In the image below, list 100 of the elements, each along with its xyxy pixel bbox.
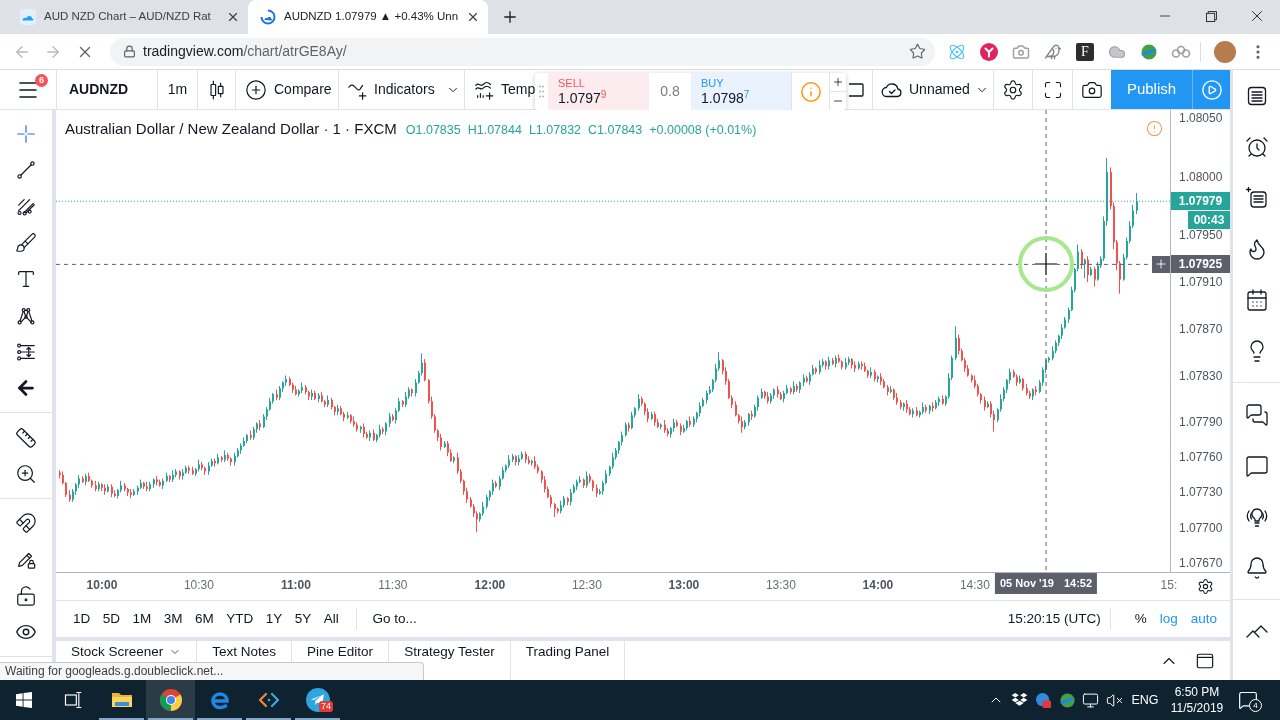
clock-date[interactable]: 11/5/2019 — [1170, 700, 1224, 716]
zoom-in-icon[interactable] — [15, 462, 37, 485]
clock-time[interactable]: 6:50 PM — [1174, 684, 1220, 700]
price-axis-label: 1.07790 — [1179, 415, 1223, 430]
ohlc-value: +0.00008 (+0.01%) — [649, 122, 757, 139]
time-axis-label: 10:00 — [86, 578, 118, 592]
price-axis-label: 1.08000 — [1179, 169, 1223, 184]
price-axis-label: 1.07950 — [1179, 228, 1223, 243]
taskbar-app-button[interactable]: 74 — [293, 680, 342, 720]
ohlc-value: L1.07832 — [528, 122, 582, 139]
loading-status-toast: Waiting for googleads.g.doubleclick.net... — [0, 662, 424, 680]
interval-button[interactable]: 1m — [158, 70, 197, 109]
time-axis-label: 12:00 — [474, 578, 506, 592]
crosshair-time: 14:52 — [1063, 576, 1093, 592]
range-button[interactable]: 3M — [163, 608, 183, 630]
list-sparkle-icon[interactable] — [1244, 185, 1269, 210]
play-icon — [1200, 78, 1223, 101]
browser-tab[interactable]: AUDNZD 1.07979 ▲ +0.43% Unn — [248, 0, 488, 34]
time-axis-label: 13:30 — [765, 578, 796, 592]
restore-icon[interactable] — [1205, 10, 1217, 22]
price-axis-label: 1.07760 — [1179, 450, 1223, 465]
crosshair-price-label: 1.07925 — [1171, 255, 1230, 274]
settings-icon[interactable] — [1002, 78, 1024, 101]
ruler-icon[interactable] — [15, 426, 37, 449]
range-button[interactable]: 5Y — [294, 608, 312, 630]
plus-icon[interactable] — [832, 76, 844, 88]
time-axis-label: 12:30 — [571, 578, 602, 592]
rings-icon[interactable] — [1171, 44, 1191, 59]
panel-tab[interactable]: Strategy Tester — [389, 641, 510, 661]
fullscreen-icon[interactable] — [1042, 79, 1063, 100]
price-axis-label: 1.07830 — [1179, 368, 1223, 383]
panel-tab[interactable]: Text Notes — [197, 641, 292, 661]
maximize-panel-icon[interactable] — [1196, 651, 1214, 670]
browser-tab[interactable]: AUD NZD Chart – AUD/NZD Rat — [8, 0, 248, 34]
fork-badge-icon[interactable] — [980, 42, 998, 61]
brush-icon[interactable] — [15, 232, 37, 255]
price-axis-label: 1.07700 — [1179, 520, 1223, 535]
muted-speaker-icon[interactable] — [1105, 691, 1123, 709]
buy-button[interactable]: BUY 1.0798$^{7}$ — [691, 73, 791, 110]
time-axis-label: 14:30 — [959, 578, 990, 592]
settings-icon[interactable] — [1196, 578, 1214, 595]
new-tab-icon[interactable] — [501, 8, 519, 26]
taskbar-app-button[interactable] — [146, 680, 195, 720]
app-badge-icon[interactable] — [1034, 691, 1052, 709]
time-axis-label: 11:00 — [280, 578, 311, 592]
time-axis-label: 10:30 — [183, 578, 214, 592]
avatar[interactable] — [1214, 40, 1236, 63]
symbol-button[interactable]: AUDNZD — [57, 70, 157, 109]
diamond-boxes-icon[interactable] — [1011, 692, 1029, 708]
price-axis-label: 1.07670 — [1179, 555, 1223, 570]
plus-circle-icon — [245, 78, 267, 101]
chat-bubbles-icon[interactable] — [1244, 402, 1269, 427]
ohlc-value: O1.07835 — [405, 122, 461, 139]
layout-button[interactable]: Unnamed — [873, 70, 970, 109]
scale-mode-button[interactable]: % — [1134, 608, 1147, 630]
plus-button[interactable] — [1152, 255, 1170, 273]
address-field[interactable]: tradingview.com/chart/atrGE8Ay/ — [110, 37, 935, 66]
globe-icon[interactable] — [1140, 42, 1158, 61]
compare-button[interactable]: Compare — [236, 70, 338, 109]
close-tab-icon[interactable] — [466, 10, 480, 24]
range-button[interactable]: 5D — [102, 608, 121, 630]
bird-icon[interactable] — [1044, 42, 1062, 61]
windows-logo-icon[interactable] — [16, 692, 32, 708]
range-button[interactable]: 1D — [73, 608, 91, 630]
network-monitor-icon[interactable] — [1082, 691, 1100, 709]
open-padlock-icon[interactable] — [15, 584, 37, 607]
magnet-icon[interactable] — [15, 512, 37, 535]
price-axis-label: 1.07730 — [1179, 485, 1223, 500]
indicators-button[interactable]: Indicators — [339, 70, 442, 109]
drag-handle-icon[interactable] — [539, 85, 544, 98]
browser-logo-icon — [158, 688, 183, 712]
ohlc-value: C1.07843 — [588, 122, 643, 139]
bookmark-star-icon[interactable] — [909, 43, 926, 60]
panel-tab[interactable]: Trading Panel — [510, 641, 625, 661]
range-button[interactable]: 1Y — [265, 608, 283, 630]
templates-button[interactable]: Temp — [465, 70, 535, 109]
calendar-icon[interactable] — [1244, 287, 1269, 312]
range-button[interactable]: YTD — [226, 608, 254, 630]
trend-line-icon[interactable] — [15, 159, 37, 182]
close-tab-icon[interactable] — [226, 10, 240, 24]
range-button[interactable]: All — [323, 608, 339, 630]
language-indicator[interactable]: ENG — [1131, 690, 1159, 710]
unread-count-badge: 74 — [319, 701, 333, 712]
letter-logo[interactable]: F — [1076, 42, 1094, 61]
range-button[interactable]: 1M — [132, 608, 152, 630]
time-axis-label: 11:30 — [378, 578, 408, 592]
url-text: tradingview.com/chart/atrGE8Ay/ — [143, 42, 347, 61]
sell-button[interactable]: SELL 1.0797$^{9}$ — [548, 73, 649, 110]
panel-tab[interactable]: Stock Screener — [56, 641, 197, 661]
play-button[interactable] — [1192, 70, 1230, 109]
time-axis-label: 14:00 — [862, 578, 894, 592]
crosshair-date: 05 Nov '19 — [999, 576, 1054, 592]
task-view-icon[interactable] — [62, 690, 83, 710]
bell-icon[interactable] — [1244, 555, 1269, 580]
chat-bubble-icon[interactable] — [1244, 453, 1269, 478]
last-price-label: 1.07979 — [1171, 192, 1230, 211]
range-button[interactable]: 6M — [195, 608, 214, 630]
panel-tab[interactable]: Pine Editor — [292, 641, 389, 661]
plus-icon — [1154, 257, 1168, 272]
go-to-button[interactable]: Go to... — [372, 608, 417, 630]
